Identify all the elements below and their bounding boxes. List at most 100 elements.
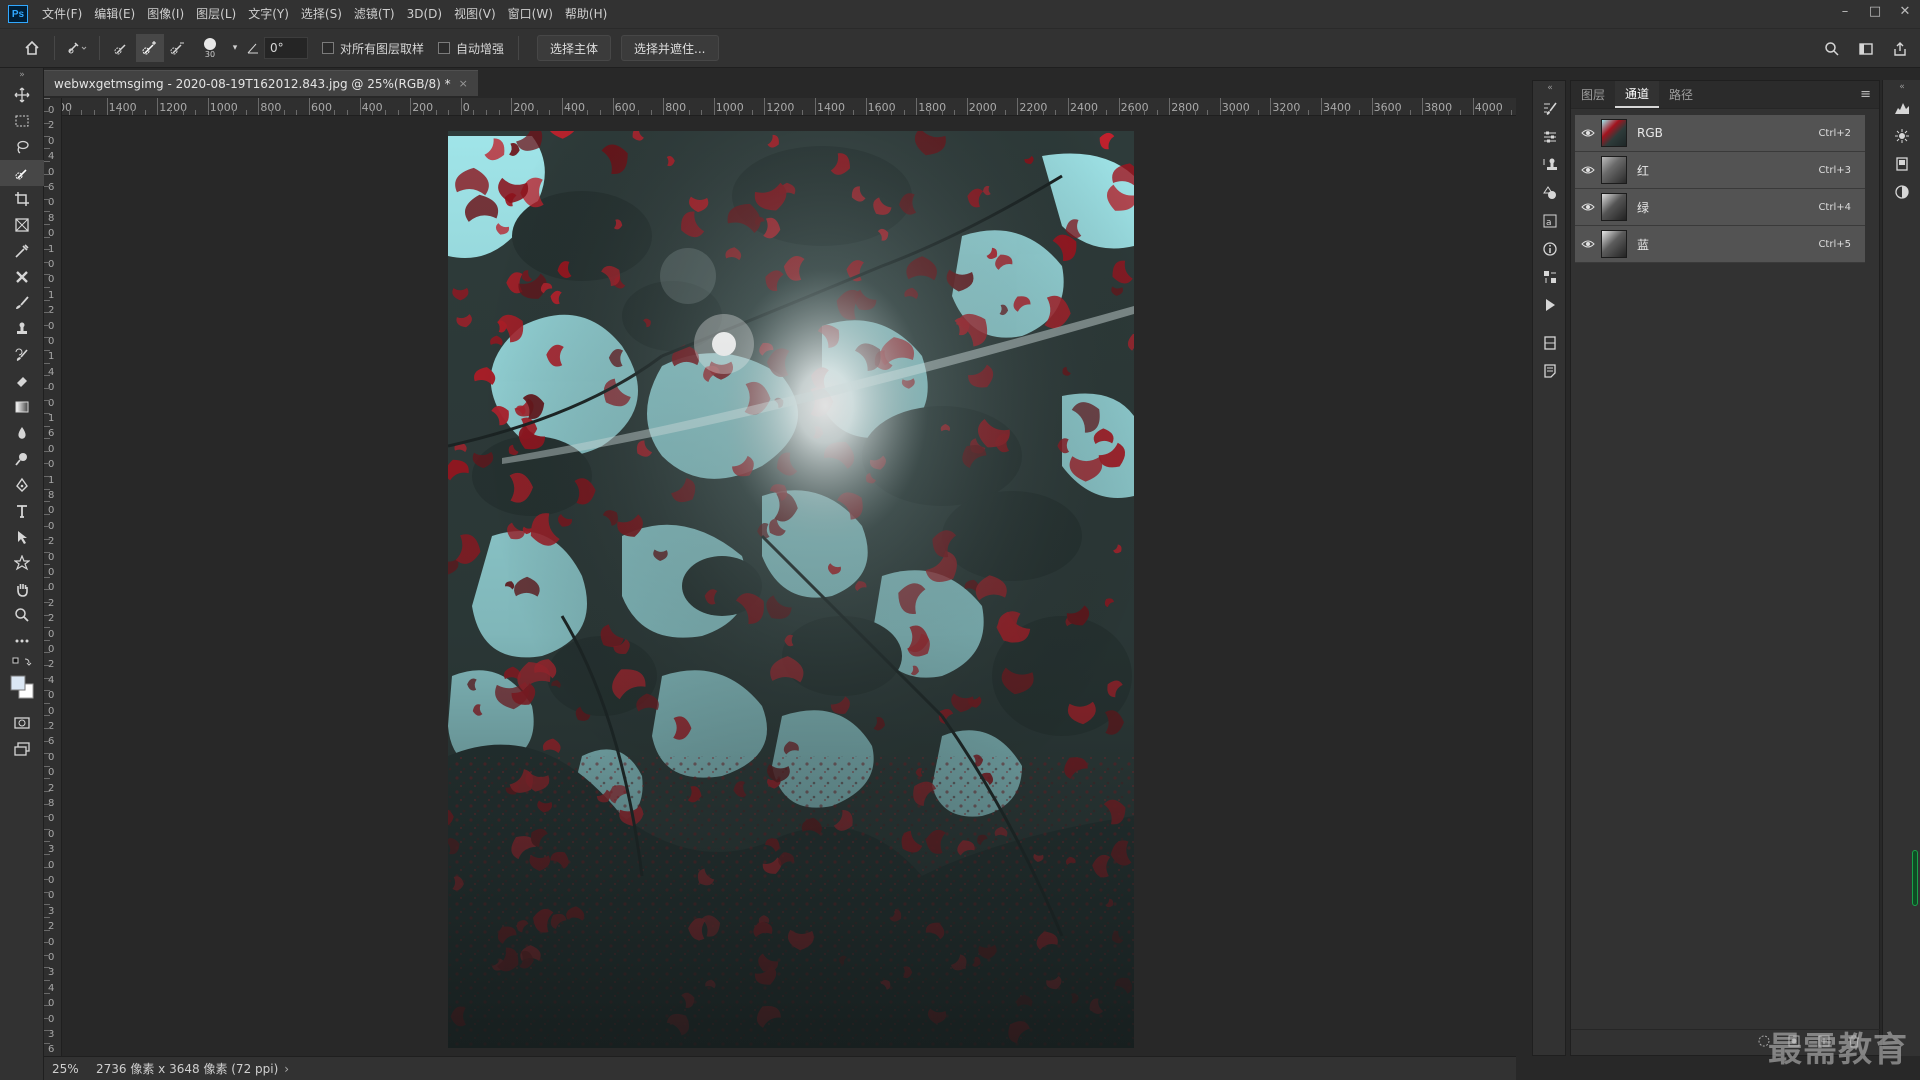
sample-all-layers-checkbox[interactable]: 对所有图层取样 [322,40,424,57]
more-tools-icon[interactable] [0,628,44,654]
canvas-area[interactable] [62,116,1516,1056]
panel-menu-icon[interactable]: ≡ [1852,81,1879,108]
properties-icon[interactable] [1533,329,1567,357]
share-icon[interactable] [1886,35,1914,63]
notes-icon[interactable] [1533,357,1567,385]
history-brush-tool-icon[interactable] [0,342,44,368]
clone-source-icon[interactable] [1533,151,1567,179]
frame-tool-icon[interactable] [0,212,44,238]
channel-row-red[interactable]: 红 Ctrl+3 [1575,152,1865,189]
channel-row-blue[interactable]: 蓝 Ctrl+5 [1575,226,1865,263]
tool-preset-picker-icon[interactable] [63,34,91,62]
checkbox-box[interactable] [438,42,451,54]
brush-tool-icon[interactable] [0,290,44,316]
path-selection-tool-icon[interactable] [0,524,44,550]
menu-edit[interactable]: 编辑(E) [88,0,141,28]
auto-enhance-checkbox[interactable]: 自动增强 [438,40,504,57]
gradient-tool-icon[interactable] [0,394,44,420]
brush-picker[interactable]: 30 [192,34,228,62]
screen-mode-icon[interactable] [0,736,44,762]
scroll-indicator[interactable] [1912,850,1918,906]
adjustments-icon[interactable] [1533,123,1567,151]
ruler-tick [195,110,197,115]
visibility-eye-icon[interactable] [1575,239,1601,249]
menu-help[interactable]: 帮助(H) [559,0,613,28]
quick-selection-tool-icon[interactable] [0,160,44,186]
healing-brush-tool-icon[interactable] [0,264,44,290]
close-window-button[interactable]: ✕ [1890,0,1920,22]
menu-filter[interactable]: 滤镜(T) [348,0,401,28]
color-icon[interactable] [1883,178,1920,206]
minimize-button[interactable]: – [1830,0,1860,22]
ruler-tick [827,110,829,115]
tab-layers[interactable]: 图层 [1571,81,1615,108]
menu-3d[interactable]: 3D(D) [401,0,448,28]
color-swatch-icon[interactable] [1533,263,1567,291]
vertical-ruler[interactable]: 0204060801001200140016001800200022002400… [44,98,62,1056]
menu-select[interactable]: 选择(S) [295,0,348,28]
hand-tool-icon[interactable] [0,576,44,602]
histogram-icon[interactable] [1883,94,1920,122]
document-image[interactable] [62,116,1516,1056]
brush-settings-icon[interactable] [1533,95,1567,123]
eyedropper-tool-icon[interactable] [0,238,44,264]
dodge-tool-icon[interactable] [0,446,44,472]
glyphs-icon[interactable]: a [1533,207,1567,235]
visibility-eye-icon[interactable] [1575,128,1601,138]
type-tool-icon[interactable] [0,498,44,524]
ruler-tick [44,450,50,452]
pen-tool-icon[interactable] [0,472,44,498]
blur-tool-icon[interactable] [0,420,44,446]
marquee-tool-icon[interactable] [0,108,44,134]
home-icon[interactable] [18,34,46,62]
menu-file[interactable]: 文件(F) [36,0,88,28]
tab-channels[interactable]: 通道 [1615,81,1660,108]
maximize-button[interactable]: □ [1860,0,1890,22]
visibility-eye-icon[interactable] [1575,202,1601,212]
menu-layer[interactable]: 图层(L) [190,0,242,28]
select-subject-button[interactable]: 选择主体 [537,35,612,61]
info-icon[interactable] [1533,235,1567,263]
status-menu-arrow[interactable]: › [284,1062,289,1076]
navigator-icon[interactable] [1883,122,1920,150]
checkbox-box[interactable] [322,42,334,54]
actions-play-icon[interactable] [1533,291,1567,319]
close-tab-icon[interactable]: × [459,77,468,90]
lasso-tool-icon[interactable] [0,134,44,160]
move-tool-icon[interactable] [0,82,44,108]
search-icon[interactable] [1818,35,1846,63]
menu-image[interactable]: 图像(I) [141,0,190,28]
angle-field[interactable] [264,37,308,59]
quick-mask-icon[interactable] [0,710,44,736]
visibility-eye-icon[interactable] [1575,165,1601,175]
chevron-down-icon[interactable]: ▾ [228,34,242,62]
add-to-selection-icon[interactable] [136,34,164,62]
foreground-background-color-icon[interactable] [0,670,44,704]
new-selection-icon[interactable] [108,34,136,62]
libraries-icon[interactable] [1883,150,1920,178]
custom-shape-tool-icon[interactable] [0,550,44,576]
horizontal-ruler[interactable]: 0014001200100080060040020002004006008001… [62,98,1516,116]
channel-row-green[interactable]: 绿 Ctrl+4 [1575,189,1865,226]
shapes-icon[interactable] [1533,179,1567,207]
default-colors-icon[interactable] [0,654,44,670]
collapse-right-strip-icon[interactable]: « [1883,80,1920,94]
crop-tool-icon[interactable] [0,186,44,212]
tab-paths[interactable]: 路径 [1659,81,1703,108]
menu-window[interactable]: 窗口(W) [502,0,559,28]
menu-view[interactable]: 视图(V) [448,0,502,28]
collapse-strip-icon[interactable]: « [1533,81,1567,95]
subtract-from-selection-icon[interactable] [164,34,192,62]
clone-stamp-tool-icon[interactable] [0,316,44,342]
document-tab[interactable]: webwxgetmsgimg - 2020-08-19T162012.843.j… [44,70,478,96]
ruler-tick [890,110,892,115]
menu-type[interactable]: 文字(Y) [242,0,295,28]
ruler-tick [131,110,133,115]
channel-row-rgb[interactable]: RGB Ctrl+2 [1575,115,1865,152]
zoom-level[interactable]: 25% [44,1062,92,1076]
collapse-toolbar-icon[interactable]: » [0,68,44,82]
workspace-icon[interactable] [1852,35,1880,63]
select-and-mask-button[interactable]: 选择并遮住... [621,35,719,61]
eraser-tool-icon[interactable] [0,368,44,394]
zoom-tool-icon[interactable] [0,602,44,628]
